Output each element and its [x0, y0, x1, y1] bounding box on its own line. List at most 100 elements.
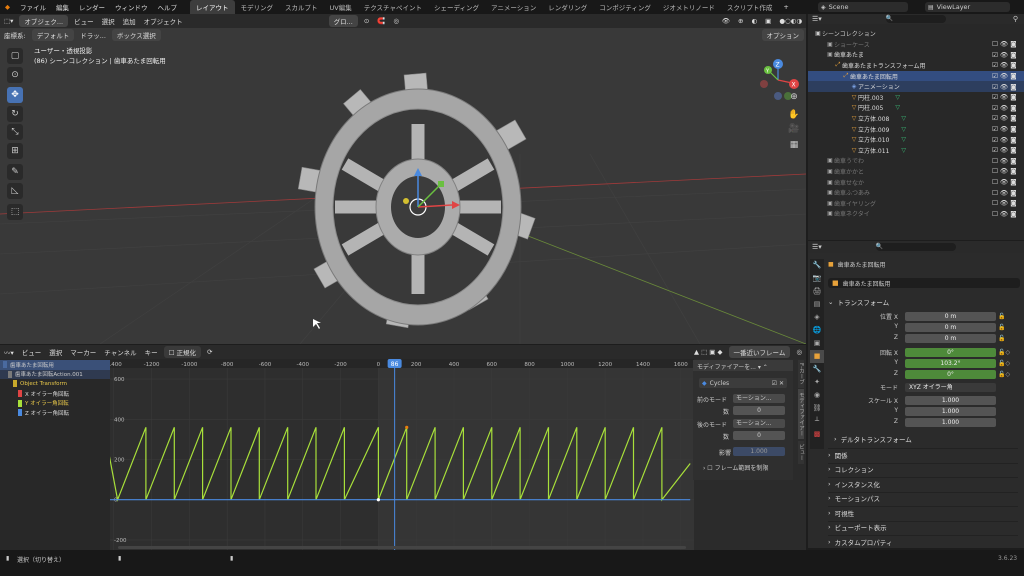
outliner-row[interactable]: ▣ 歯車イヤリング ☐ 👁 ◙ [808, 198, 1024, 209]
constraints-tab-icon[interactable]: ⛓ [810, 402, 824, 415]
gizmo-center-handle[interactable] [403, 198, 409, 204]
view-layer-selector[interactable]: ▤ ViewLayer [925, 2, 1010, 12]
channel-list[interactable]: 歯車あたま回転用 歯車あたま回転Action.001 Object Transfor… [0, 359, 110, 550]
outliner-row[interactable]: ◈ アニメーション ☑ 👁 ◙ [808, 81, 1024, 92]
outliner-row[interactable]: ▣ 歯車かかと ☐ 👁 ◙ [808, 166, 1024, 177]
scale-z-field[interactable]: 1.000 [905, 418, 996, 427]
outliner-row[interactable]: ▣ 歯車うでわ ☐ 👁 ◙ [808, 156, 1024, 167]
horizontal-scrollbar[interactable] [118, 546, 686, 549]
outliner-row[interactable]: ▽ 立方体.009 ▽ ☑ 👁 ◙ [808, 124, 1024, 135]
tab-uv[interactable]: UV編集 [324, 0, 358, 14]
tab-texture-paint[interactable]: テクスチャペイント [358, 0, 428, 14]
graph-menu-key[interactable]: キー [141, 347, 162, 357]
lock-icon[interactable]: 🔓 [998, 333, 1010, 344]
graph-menu-select[interactable]: 選択 [45, 347, 66, 357]
outliner-search-input[interactable]: 🔍 [885, 15, 946, 23]
outliner-row[interactable]: ▽ 立方体.008 ▽ ☑ 👁 ◙ [808, 113, 1024, 124]
rotation-mode-dropdown[interactable]: XYZ オイラー角 [905, 383, 996, 392]
properties-type-icon[interactable]: ☰▾ [808, 243, 826, 251]
output-tab-icon[interactable]: 🖨 [810, 285, 824, 298]
mesh-data-icon[interactable]: ▽ [895, 104, 900, 111]
delta-transform-section[interactable]: › デルタトランスフォーム [834, 433, 1024, 445]
physics-tab-icon[interactable]: ◉ [810, 389, 824, 402]
cursor-tool-icon[interactable]: ⊙ [7, 67, 23, 83]
object-tab-icon[interactable]: ■ [810, 350, 824, 363]
property-section-header[interactable]: › 関係 [828, 448, 1018, 460]
menu-edit[interactable]: 編集 [51, 2, 74, 12]
location-x-field[interactable]: 0 m [905, 312, 996, 321]
scene-selector[interactable]: ◈ Scene [818, 2, 908, 12]
outliner-row[interactable]: ▽ 立方体.010 ▽ ☑ 👁 ◙ [808, 134, 1024, 145]
scale-y-field[interactable]: 1.000 [905, 407, 996, 416]
visibility-toggle-icons[interactable]: ☑ 👁 ◙ [992, 72, 1017, 80]
fcurve-tab[interactable]: F-カーブ [798, 360, 804, 388]
outliner-type-icon[interactable]: ☰▾ [808, 15, 826, 23]
property-section-header[interactable]: › 可視性 [828, 506, 1018, 518]
location-y-field[interactable]: 0 m [905, 323, 996, 332]
modifier-tab-icon[interactable]: 🔧 [810, 363, 824, 376]
before-mode-dropdown[interactable]: モーション... [733, 394, 785, 403]
mesh-data-icon[interactable]: ▽ [901, 136, 906, 143]
property-section-header[interactable]: › コレクション [828, 462, 1018, 475]
annotate-tool-icon[interactable]: ✎ [7, 164, 23, 180]
scene-collection-row[interactable]: ▣ シーンコレクション [808, 28, 1024, 39]
rotation-x-field[interactable]: 0° [905, 348, 996, 357]
channel-row[interactable]: 歯車あたま回転Action.001 [0, 369, 110, 380]
tab-shading[interactable]: シェーディング [428, 0, 485, 14]
outliner-row[interactable]: ▽ 円柱.005 ▽ ☑ 👁 ◙ [808, 103, 1024, 114]
properties-search-input[interactable]: 🔍 [875, 243, 956, 251]
mesh-data-icon[interactable]: ▽ [901, 126, 906, 133]
select-tool-icon[interactable]: ▢ [7, 48, 23, 64]
visibility-toggle-icons[interactable]: ☑ 👁 ◙ [992, 61, 1017, 69]
blender-logo-icon[interactable]: ◆ [0, 3, 15, 11]
filter-icons[interactable]: ▲ ⬚ ▣ ◆ [690, 348, 726, 356]
render-tab-icon[interactable]: 📷 [810, 272, 824, 285]
data-tab-icon[interactable]: ┴ [810, 415, 824, 428]
outliner[interactable]: ☰▾ 🔍 ⚲ ▣ シーンコレクション ▣ ショーケース ☐ 👁 ◙ ▣ 歯車あたま ☑ 👁… [808, 14, 1024, 240]
outliner-row[interactable]: ▣ 歯車ネクタイ ☐ 👁 ◙ [808, 209, 1024, 220]
tab-modeling[interactable]: モデリング [235, 0, 280, 14]
mesh-data-icon[interactable]: ▽ [901, 147, 906, 154]
graph-menu-channel[interactable]: チャンネル [100, 347, 140, 357]
texture-tab-icon[interactable]: ▩ [810, 428, 824, 441]
location-z-field[interactable]: 0 m [905, 334, 996, 343]
rotation-z-field[interactable]: 0° [905, 370, 996, 379]
before-count-field[interactable]: 0 [733, 406, 785, 415]
tab-compositing[interactable]: コンポジティング [593, 0, 657, 14]
visibility-toggle-icons[interactable]: ☑ 👁 ◙ [992, 93, 1017, 101]
lock-icon[interactable]: 🔓 [998, 322, 1010, 333]
rotate-tool-icon[interactable]: ↻ [7, 106, 23, 122]
tab-animation[interactable]: アニメーション [485, 0, 542, 14]
world-tab-icon[interactable]: 🌐 [810, 324, 824, 337]
filter-icon[interactable]: ⚲ [1013, 15, 1024, 23]
zoom-icon[interactable]: ⊕ [787, 90, 801, 104]
outliner-row[interactable]: ▣ 歯車ふつあみ ☐ 👁 ◙ [808, 187, 1024, 198]
cycles-modifier-header[interactable]: ◆ Cycles ☑ ✕ [699, 378, 787, 388]
outliner-row[interactable]: ▣ 歯車せなか ☐ 👁 ◙ [808, 177, 1024, 188]
graph-menu-marker[interactable]: マーカー [66, 347, 100, 357]
property-section-header[interactable]: › カスタムプロパティ [828, 535, 1018, 547]
graph-menu-view[interactable]: ビュー [18, 347, 46, 357]
menu-help[interactable]: ヘルプ [153, 2, 183, 12]
close-icon[interactable]: ☑ ✕ [772, 380, 787, 387]
tool-tab-icon[interactable]: 🔧 [810, 259, 824, 272]
property-section-header[interactable]: › インスタンス化 [828, 477, 1018, 489]
visibility-toggle-icons[interactable]: ☐ 👁 ◙ [992, 178, 1017, 186]
keyframe-point[interactable] [376, 498, 380, 502]
visibility-toggle-icons[interactable]: ☑ 👁 ◙ [992, 114, 1017, 122]
visibility-toggle-icons[interactable]: ☑ 👁 ◙ [992, 83, 1017, 91]
outliner-row[interactable]: ▣ ショーケース ☐ 👁 ◙ [808, 39, 1024, 50]
3d-viewport[interactable]: ⬚▾ オブジェク... ビュー 選択 追加 オブジェクト グロ... ⊙ 🧲 ◎… [0, 14, 806, 344]
refresh-icon[interactable]: ⟳ [203, 348, 216, 356]
mesh-data-icon[interactable]: ▽ [895, 94, 900, 101]
visibility-toggle-icons[interactable]: ☐ 👁 ◙ [992, 189, 1017, 197]
outliner-row[interactable]: ▣ 歯車あたま ☑ 👁 ◙ [808, 50, 1024, 61]
visibility-toggle-icons[interactable]: ☐ 👁 ◙ [992, 210, 1017, 218]
tab-rendering[interactable]: レンダリング [542, 0, 593, 14]
visibility-toggle-icons[interactable]: ☐ 👁 ◙ [992, 167, 1017, 175]
mesh-data-icon[interactable]: ▽ [901, 115, 906, 122]
visibility-toggle-icons[interactable]: ☑ 👁 ◙ [992, 146, 1017, 154]
camera-icon[interactable]: 🎥 [787, 122, 801, 136]
transform-tool-icon[interactable]: ⊞ [7, 143, 23, 159]
lock-icon[interactable]: 🔓◇ [998, 358, 1010, 369]
